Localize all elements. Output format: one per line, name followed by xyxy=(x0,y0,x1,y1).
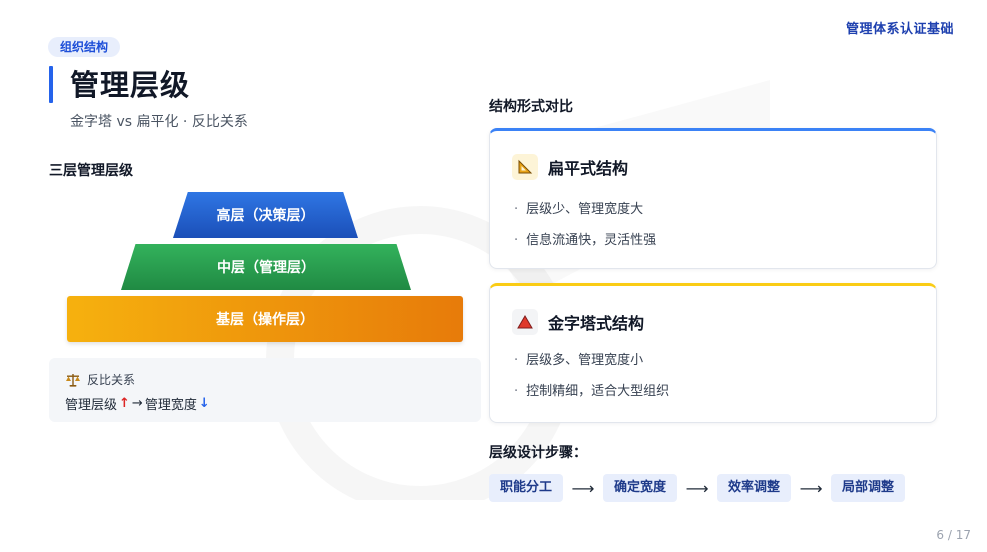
step-chip: 确定宽度 xyxy=(603,474,678,502)
bullet-dot: · xyxy=(514,384,519,399)
card-bullet-item: · 层级多、管理宽度小 xyxy=(514,349,643,368)
page-subtitle: 金字塔 vs 扁平化 · 反比关系 xyxy=(70,114,248,130)
comparison-heading: 结构形式对比 xyxy=(489,99,573,115)
step-chip: 职能分工 xyxy=(489,474,564,502)
pyramid-heading: 三层管理层级 xyxy=(49,163,133,179)
arrow-down-icon: ↓ xyxy=(198,396,210,411)
slide: 管理体系认证基础 组织结构 管理层级 金字塔 vs 扁平化 · 反比关系 三层管… xyxy=(0,0,987,552)
card-bullet-text: 层级多、管理宽度小 xyxy=(526,353,644,368)
card-bullet-item: · 控制精细，适合大型组织 xyxy=(514,380,669,399)
pyramid-tier-label: 中层（管理层） xyxy=(217,260,315,276)
arrow-up-icon: ↑ xyxy=(119,396,130,411)
page-number: 6 / 17 xyxy=(936,528,971,542)
relation-arrow-icon: → xyxy=(131,396,143,411)
pyramid-tier-label: 基层（操作层） xyxy=(216,312,314,328)
flat-structure-card: 扁平式结构 · 层级少、管理宽度大 · 信息流通快，灵活性强 xyxy=(489,128,937,269)
card-bullet-text: 信息流通快，灵活性强 xyxy=(526,233,657,248)
triangle-icon xyxy=(512,309,538,335)
pyramid-tier-base: 基层（操作层） xyxy=(67,296,463,342)
card-bullet-item: · 信息流通快，灵活性强 xyxy=(514,229,656,248)
relation-statement: 管理层级 ↑ → 管理宽度 ↓ xyxy=(65,394,210,413)
card-title: 金字塔式结构 xyxy=(548,314,645,333)
set-square-icon xyxy=(512,154,538,180)
pyramid-tier-middle: 中层（管理层） xyxy=(121,244,411,290)
design-steps-flow: 职能分工 ⟶ 确定宽度 ⟶ 效率调整 ⟶ 局部调整 xyxy=(489,474,906,502)
pyramid-structure-card: 金字塔式结构 · 层级多、管理宽度小 · 控制精细，适合大型组织 xyxy=(489,283,937,423)
relation-title-row: 反比关系 xyxy=(65,371,135,388)
scale-icon xyxy=(66,373,80,387)
section-tag: 组织结构 xyxy=(48,37,121,57)
title-accent-bar xyxy=(49,66,53,103)
pyramid-tier-label: 高层（决策层） xyxy=(216,208,315,224)
relation-left-term: 管理层级 xyxy=(65,398,118,413)
card-bullet-text: 控制精细，适合大型组织 xyxy=(526,384,670,399)
bullet-dot: · xyxy=(514,202,519,217)
card-title: 扁平式结构 xyxy=(548,159,629,178)
relation-right-term: 管理宽度 xyxy=(144,398,197,413)
inverse-relation-box: 反比关系 管理层级 ↑ → 管理宽度 ↓ xyxy=(49,358,481,422)
page-title: 管理层级 xyxy=(70,68,191,102)
step-chip: 局部调整 xyxy=(831,474,906,502)
arrow-right-icon: ⟶ xyxy=(571,478,595,498)
arrow-right-icon: ⟶ xyxy=(799,478,823,498)
design-steps-heading: 层级设计步骤： xyxy=(489,445,587,461)
brand-title: 管理体系认证基础 xyxy=(845,22,954,37)
card-header: 金字塔式结构 xyxy=(512,309,644,335)
card-header: 扁平式结构 xyxy=(512,154,628,180)
card-bullet-text: 层级少、管理宽度大 xyxy=(526,202,644,217)
card-bullet-item: · 层级少、管理宽度大 xyxy=(514,198,643,217)
step-chip: 效率调整 xyxy=(717,474,792,502)
pyramid-tier-top: 高层（决策层） xyxy=(173,192,358,238)
bullet-dot: · xyxy=(514,233,519,248)
bullet-dot: · xyxy=(514,353,519,368)
arrow-right-icon: ⟶ xyxy=(685,478,709,498)
relation-title: 反比关系 xyxy=(87,373,136,387)
